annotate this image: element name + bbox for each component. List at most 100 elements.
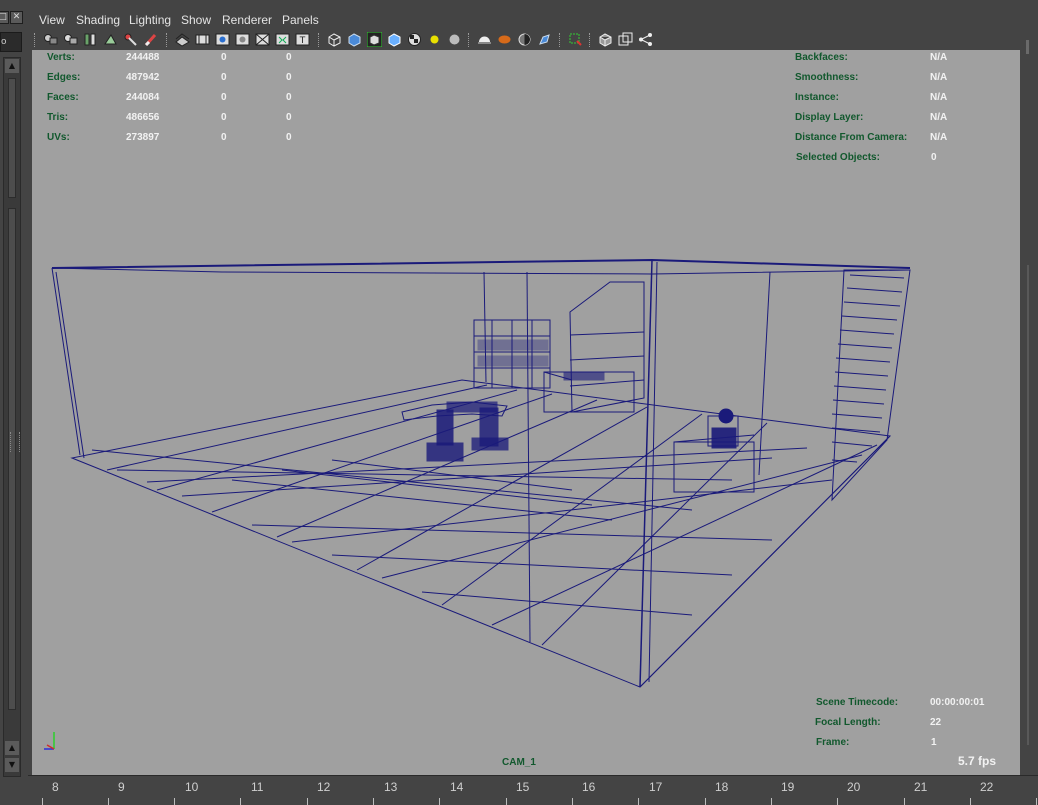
right-strip-handle[interactable] bbox=[1026, 40, 1029, 54]
menu-panels[interactable]: Panels bbox=[282, 12, 319, 28]
ruler-label: 19 bbox=[781, 780, 795, 794]
safe-title-icon[interactable]: T bbox=[295, 32, 310, 47]
hud-distance-label: Distance From Camera: bbox=[795, 132, 908, 143]
ruler-label: 9 bbox=[118, 780, 125, 794]
hud-verts-extra: 0 bbox=[286, 52, 292, 63]
hud-frame-value: 1 bbox=[931, 737, 937, 748]
camera-name-label: CAM_1 bbox=[502, 757, 536, 768]
hud-instance-value: N/A bbox=[930, 92, 948, 103]
3d-viewport[interactable]: Verts: 244488 0 0 Edges: 487942 0 0 Face… bbox=[32, 50, 1020, 775]
xray-icon[interactable] bbox=[568, 32, 583, 47]
wireframe-on-shaded-icon[interactable] bbox=[367, 32, 382, 47]
ruler-label: 13 bbox=[384, 780, 398, 794]
left-scrollbar[interactable]: ▲ ▲ ▼ bbox=[3, 57, 21, 777]
hud-edges-extra: 0 bbox=[286, 72, 292, 83]
hud-tris-extra: 0 bbox=[286, 112, 292, 123]
right-strip-track bbox=[1027, 265, 1029, 745]
wireframe-icon[interactable] bbox=[327, 32, 342, 47]
hud-timecode-value: 00:00:00:01 bbox=[930, 697, 985, 708]
gate-mask-icon[interactable] bbox=[235, 32, 250, 47]
hud-tris-selected: 0 bbox=[221, 112, 227, 123]
hud-smoothness-value: N/A bbox=[930, 72, 948, 83]
hud-verts-value: 244488 bbox=[126, 52, 160, 63]
shadows-icon[interactable] bbox=[427, 32, 442, 47]
right-panel-strip bbox=[1020, 10, 1038, 775]
fps-readout: 5.7 fps bbox=[957, 754, 996, 768]
ruler-label: 20 bbox=[847, 780, 861, 794]
depth-of-field-icon[interactable] bbox=[517, 32, 532, 47]
resolution-gate-icon[interactable] bbox=[215, 32, 230, 47]
grid-icon[interactable] bbox=[175, 32, 190, 47]
hud-selected-objects-label: Selected Objects: bbox=[796, 152, 880, 163]
scroll-up-small-icon[interactable]: ▲ bbox=[5, 741, 19, 755]
close-icon[interactable]: ✕ bbox=[10, 11, 23, 24]
scroll-down-icon[interactable]: ▼ bbox=[5, 758, 19, 772]
hud-focal-length-label: Focal Length: bbox=[815, 717, 881, 728]
menu-renderer[interactable]: Renderer bbox=[222, 12, 272, 28]
field-chart-icon[interactable] bbox=[255, 32, 270, 47]
grease-pencil-2-icon[interactable] bbox=[143, 32, 158, 47]
menu-shading[interactable]: Shading bbox=[76, 12, 120, 28]
hud-instance-label: Instance: bbox=[795, 92, 839, 103]
menu-show[interactable]: Show bbox=[181, 12, 211, 28]
toolbar-separator bbox=[166, 33, 169, 47]
xray-active-components-icon[interactable] bbox=[598, 32, 613, 47]
toolbar-separator bbox=[318, 33, 321, 47]
film-gate-icon[interactable] bbox=[195, 32, 210, 47]
toolbar-separator bbox=[559, 33, 562, 47]
scroll-up-icon[interactable]: ▲ bbox=[5, 59, 19, 73]
node-editor-icon[interactable] bbox=[638, 32, 653, 47]
toolbar-separator bbox=[34, 33, 37, 47]
panel-toolbar: T bbox=[32, 30, 1020, 50]
hud-smoothness-label: Smoothness: bbox=[795, 72, 859, 83]
hud-edges-selected: 0 bbox=[221, 72, 227, 83]
ruler-label: 11 bbox=[251, 780, 264, 794]
hud-verts-label: Verts: bbox=[47, 52, 75, 63]
panel-menubar: View Shading Lighting Show Renderer Pane… bbox=[32, 10, 1020, 30]
hud-backfaces-value: N/A bbox=[930, 52, 948, 63]
screen-space-ao-icon[interactable] bbox=[447, 32, 462, 47]
scrollbar-track[interactable] bbox=[8, 208, 16, 710]
ruler-label: 18 bbox=[715, 780, 729, 794]
menu-view[interactable]: View bbox=[39, 12, 65, 28]
smooth-shade-icon[interactable] bbox=[347, 32, 362, 47]
grease-pencil-icon[interactable] bbox=[123, 32, 138, 47]
hud-uvs-label: UVs: bbox=[47, 132, 70, 143]
hud-faces-selected: 0 bbox=[221, 92, 227, 103]
ruler-label: 22 bbox=[980, 780, 994, 794]
hud-display-layer-label: Display Layer: bbox=[795, 112, 864, 123]
left-field[interactable]: o bbox=[0, 32, 22, 52]
hud-timecode-label: Scene Timecode: bbox=[816, 697, 899, 708]
hud-distance-value: N/A bbox=[930, 132, 948, 143]
ruler-label: 10 bbox=[185, 780, 199, 794]
scrollbar-thumb[interactable] bbox=[8, 78, 16, 198]
hud-edges-value: 487942 bbox=[126, 72, 160, 83]
splitter-grip-icon[interactable] bbox=[10, 432, 20, 452]
time-ruler[interactable]: 8 9 10 11 12 13 14 15 16 17 18 19 20 21 … bbox=[28, 775, 1038, 805]
hud-uvs-value: 273897 bbox=[126, 132, 160, 143]
motion-blur-icon[interactable] bbox=[477, 32, 492, 47]
ruler-label: 14 bbox=[450, 780, 464, 794]
hud-faces-value: 244084 bbox=[126, 92, 160, 103]
hud-display-layer-value: N/A bbox=[930, 112, 948, 123]
menu-lighting[interactable]: Lighting bbox=[129, 12, 171, 28]
restore-icon[interactable]: □ bbox=[0, 11, 9, 24]
2d-pan-zoom-icon[interactable] bbox=[103, 32, 118, 47]
textured-icon[interactable] bbox=[387, 32, 402, 47]
hud-faces-label: Faces: bbox=[47, 92, 79, 103]
safe-action-icon[interactable] bbox=[275, 32, 290, 47]
hud-verts-selected: 0 bbox=[221, 52, 227, 63]
hud-uvs-extra: 0 bbox=[286, 132, 292, 143]
ruler-label: 16 bbox=[582, 780, 596, 794]
svg-text:T: T bbox=[299, 36, 306, 46]
use-all-lights-icon[interactable] bbox=[407, 32, 422, 47]
bookmark-camera-icon[interactable] bbox=[63, 32, 78, 47]
axis-gizmo-icon bbox=[44, 732, 55, 750]
isolate-select-icon[interactable] bbox=[537, 32, 552, 47]
camera-attributes-icon[interactable] bbox=[43, 32, 58, 47]
toolbar-separator bbox=[468, 33, 471, 47]
image-plane-icon[interactable] bbox=[83, 32, 98, 47]
multisample-aa-icon[interactable] bbox=[497, 32, 512, 47]
xray-joints-icon[interactable] bbox=[618, 32, 633, 47]
hud-edges-label: Edges: bbox=[47, 72, 81, 83]
